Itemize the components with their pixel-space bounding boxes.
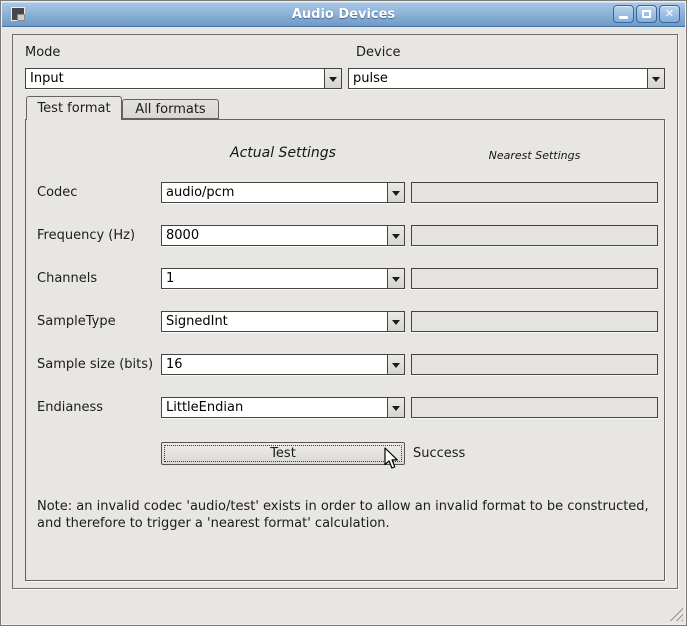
endianess-combobox[interactable]: LittleEndian bbox=[161, 397, 405, 418]
mode-label: Mode bbox=[25, 45, 60, 60]
codec-combobox-value: audio/pcm bbox=[162, 183, 387, 202]
content-frame: Mode Device Input pulse Test format All … bbox=[12, 34, 678, 589]
sampletype-row: SampleType SignedInt bbox=[26, 311, 664, 332]
window-controls: ✕ bbox=[613, 5, 680, 23]
channels-combobox-value: 1 bbox=[162, 269, 387, 288]
codec-row: Codec audio/pcm bbox=[26, 182, 664, 203]
codec-nearest-field[interactable] bbox=[411, 182, 658, 203]
frequency-combobox-value: 8000 bbox=[162, 226, 387, 245]
frequency-combobox[interactable]: 8000 bbox=[161, 225, 405, 246]
test-button[interactable]: Test bbox=[161, 442, 405, 465]
dropdown-arrow-icon bbox=[387, 226, 404, 245]
resize-grip-icon[interactable] bbox=[668, 606, 683, 621]
sampletype-label: SampleType bbox=[37, 311, 116, 332]
endianess-row: Endianess LittleEndian bbox=[26, 397, 664, 418]
frequency-row: Frequency (Hz) 8000 bbox=[26, 225, 664, 246]
samplesize-row: Sample size (bits) 16 bbox=[26, 354, 664, 375]
note-text: Note: an invalid codec 'audio/test' exis… bbox=[37, 498, 655, 532]
device-label: Device bbox=[356, 45, 400, 60]
mouse-cursor-icon bbox=[383, 447, 399, 470]
close-icon: ✕ bbox=[665, 6, 674, 22]
channels-nearest-field[interactable] bbox=[411, 268, 658, 289]
actual-settings-header: Actual Settings bbox=[161, 145, 405, 161]
minimize-button[interactable] bbox=[613, 5, 634, 23]
endianess-nearest-field[interactable] bbox=[411, 397, 658, 418]
dropdown-arrow-icon bbox=[387, 355, 404, 374]
samplesize-combobox[interactable]: 16 bbox=[161, 354, 405, 375]
codec-label: Codec bbox=[37, 182, 77, 203]
audio-devices-window: Audio Devices ✕ Mode Device Input pulse … bbox=[0, 0, 687, 626]
mode-combobox[interactable]: Input bbox=[25, 68, 342, 89]
frequency-label: Frequency (Hz) bbox=[37, 225, 135, 246]
maximize-button[interactable] bbox=[636, 5, 657, 23]
dropdown-arrow-icon bbox=[324, 69, 341, 88]
maximize-icon bbox=[642, 10, 651, 18]
titlebar[interactable]: Audio Devices ✕ bbox=[2, 2, 685, 27]
samplesize-label: Sample size (bits) bbox=[37, 354, 153, 375]
dropdown-arrow-icon bbox=[387, 312, 404, 331]
nearest-settings-header: Nearest Settings bbox=[411, 149, 658, 162]
test-result-label: Success bbox=[413, 442, 465, 465]
channels-row: Channels 1 bbox=[26, 268, 664, 289]
dropdown-arrow-icon bbox=[387, 183, 404, 202]
samplesize-combobox-value: 16 bbox=[162, 355, 387, 374]
channels-combobox[interactable]: 1 bbox=[161, 268, 405, 289]
mode-combobox-value: Input bbox=[26, 69, 324, 88]
dropdown-arrow-icon bbox=[647, 69, 664, 88]
endianess-label: Endianess bbox=[37, 397, 103, 418]
minimize-icon bbox=[619, 16, 628, 19]
dropdown-arrow-icon bbox=[387, 269, 404, 288]
window-title: Audio Devices bbox=[2, 2, 685, 27]
endianess-combobox-value: LittleEndian bbox=[162, 398, 387, 417]
channels-label: Channels bbox=[37, 268, 97, 289]
device-combobox[interactable]: pulse bbox=[348, 68, 665, 89]
sampletype-nearest-field[interactable] bbox=[411, 311, 658, 332]
tab-test-format[interactable]: Test format bbox=[26, 96, 122, 120]
samplesize-nearest-field[interactable] bbox=[411, 354, 658, 375]
sampletype-combobox-value: SignedInt bbox=[162, 312, 387, 331]
close-button[interactable]: ✕ bbox=[659, 5, 680, 23]
sampletype-combobox[interactable]: SignedInt bbox=[161, 311, 405, 332]
device-combobox-value: pulse bbox=[349, 69, 647, 88]
test-format-panel: Actual Settings Nearest Settings Codec a… bbox=[25, 119, 665, 581]
codec-combobox[interactable]: audio/pcm bbox=[161, 182, 405, 203]
dropdown-arrow-icon bbox=[387, 398, 404, 417]
tab-all-formats[interactable]: All formats bbox=[122, 99, 219, 119]
frequency-nearest-field[interactable] bbox=[411, 225, 658, 246]
